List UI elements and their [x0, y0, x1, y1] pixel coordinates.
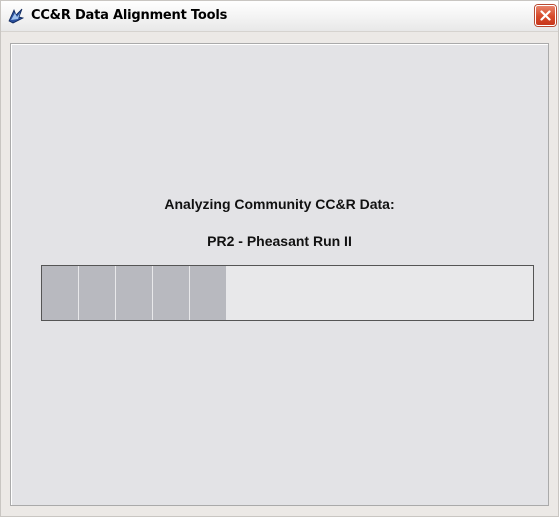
close-icon [540, 10, 551, 21]
content-panel: Analyzing Community CC&R Data: PR2 - Phe… [10, 43, 549, 506]
community-name: PR2 - Pheasant Run II [207, 233, 352, 249]
progress-fill [42, 266, 229, 320]
title-bar[interactable]: CC&R Data Alignment Tools [1, 1, 558, 32]
progress-segment [42, 266, 79, 320]
status-heading: Analyzing Community CC&R Data: [164, 196, 395, 212]
app-window: CC&R Data Alignment Tools Analyzing Comm… [0, 0, 559, 517]
close-button[interactable] [535, 5, 556, 26]
progress-segment [190, 266, 227, 320]
progress-bar [41, 265, 534, 321]
progress-segment [153, 266, 190, 320]
progress-segment [116, 266, 153, 320]
progress-segment [79, 266, 116, 320]
window-title: CC&R Data Alignment Tools [31, 8, 228, 23]
app-icon [7, 7, 25, 25]
